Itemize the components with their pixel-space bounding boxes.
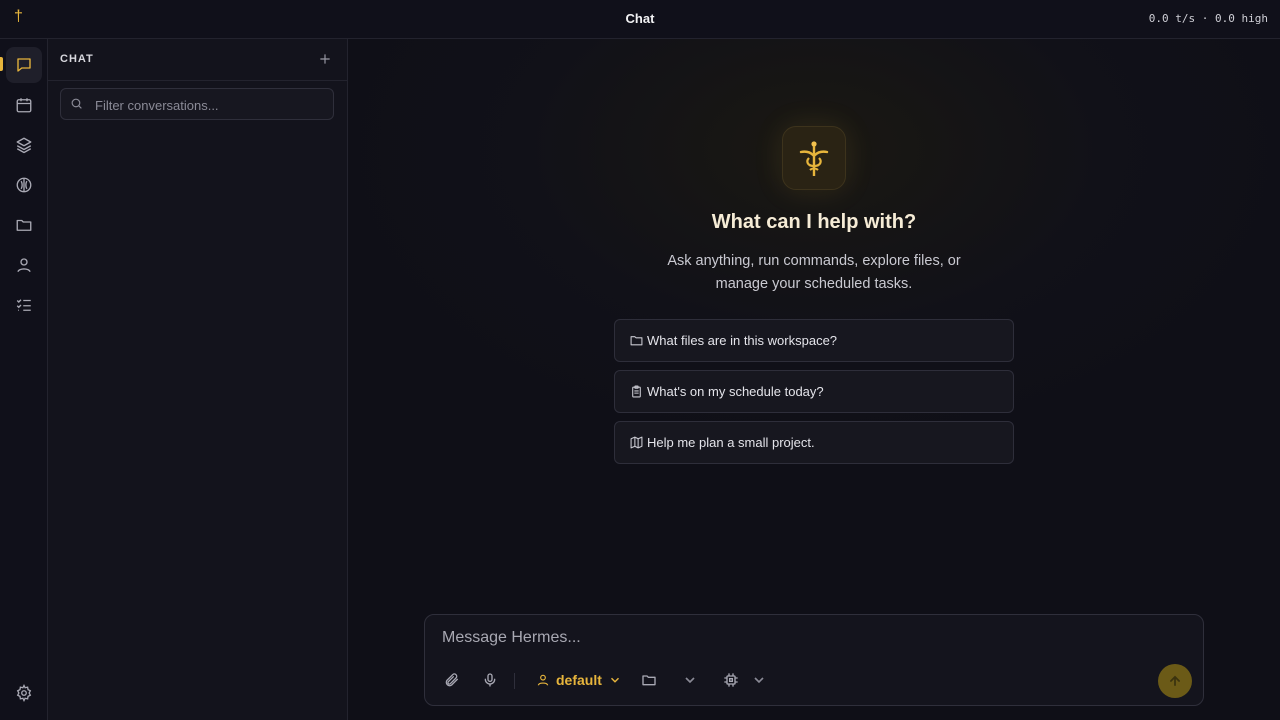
brain-icon: [16, 177, 32, 193]
message-composer: default: [424, 614, 1204, 706]
model-dropdown[interactable]: [750, 671, 768, 689]
search-icon: [71, 98, 82, 109]
icon-rail: [0, 39, 48, 720]
suggestion-schedule[interactable]: What's on my schedule today?: [614, 370, 1014, 413]
rail-item-brain[interactable]: [6, 167, 42, 203]
settings-button[interactable]: [6, 675, 42, 711]
rail-item-tasks[interactable]: [6, 287, 42, 323]
new-chat-button[interactable]: [315, 49, 335, 69]
suggestion-plan[interactable]: Help me plan a small project.: [614, 421, 1014, 464]
chat-bubble-icon: [17, 58, 31, 72]
attach-button[interactable]: [443, 671, 461, 689]
active-indicator: [0, 57, 3, 71]
suggestion-label: What files are in this workspace?: [647, 333, 838, 348]
hero-subtitle: Ask anything, run commands, explore file…: [667, 253, 961, 292]
persona-label: default: [556, 672, 602, 688]
chat-main: What can I help with? Ask anything, run …: [348, 39, 1280, 720]
suggestion-label: What's on my schedule today?: [647, 384, 824, 399]
rail-item-profile[interactable]: [6, 247, 42, 283]
toolbar-divider: [514, 673, 515, 689]
filter-conversations-input[interactable]: [93, 89, 329, 121]
rail-item-layers[interactable]: [6, 127, 42, 163]
checklist-icon: [16, 299, 31, 311]
chevron-down-icon: [685, 677, 695, 684]
user-icon: [17, 258, 31, 273]
conversations-sidebar: CHAT: [48, 39, 348, 720]
hero-title: What can I help with?: [711, 211, 917, 233]
rail-item-calendar[interactable]: [6, 87, 42, 123]
model-selector[interactable]: [722, 671, 740, 689]
rail-item-files[interactable]: [6, 207, 42, 243]
user-icon: [537, 674, 549, 686]
folder-icon: [630, 336, 643, 346]
sidebar-title: CHAT: [60, 53, 94, 65]
token-rate-status: 0.0 t/s · 0.0 high: [1148, 12, 1268, 25]
suggestion-label: Help me plan a small project.: [647, 435, 815, 450]
arrow-up-icon: [1170, 675, 1180, 686]
suggestion-files[interactable]: What files are in this workspace?: [614, 319, 1014, 362]
filter-conversations: [60, 88, 334, 121]
layers-icon: [16, 137, 32, 154]
message-input[interactable]: [440, 627, 1144, 657]
clipboard-icon: [632, 385, 641, 398]
microphone-icon: [484, 673, 496, 687]
gear-icon: [16, 684, 32, 702]
hermes-logo: [782, 126, 846, 190]
chevron-down-icon: [610, 677, 619, 683]
rail-item-chat[interactable]: [6, 47, 42, 83]
voice-input-button[interactable]: [481, 671, 499, 689]
workspace-selector[interactable]: [640, 671, 658, 689]
chip-icon: [724, 673, 738, 687]
page-title: Chat: [625, 11, 655, 26]
sidebar-header: CHAT: [48, 39, 347, 81]
paperclip-icon: [445, 673, 458, 687]
folder-icon: [16, 219, 32, 231]
map-icon: [630, 436, 643, 449]
workspace-dropdown[interactable]: [681, 671, 699, 689]
send-button[interactable]: [1158, 664, 1192, 698]
top-bar: † Chat 0.0 t/s · 0.0 high: [0, 0, 1280, 39]
folder-icon: [642, 675, 656, 686]
calendar-icon: [16, 98, 32, 113]
persona-selector[interactable]: default: [536, 671, 622, 689]
caduceus-icon: [799, 141, 829, 176]
plus-icon: [320, 54, 330, 64]
chevron-down-icon: [754, 677, 764, 684]
